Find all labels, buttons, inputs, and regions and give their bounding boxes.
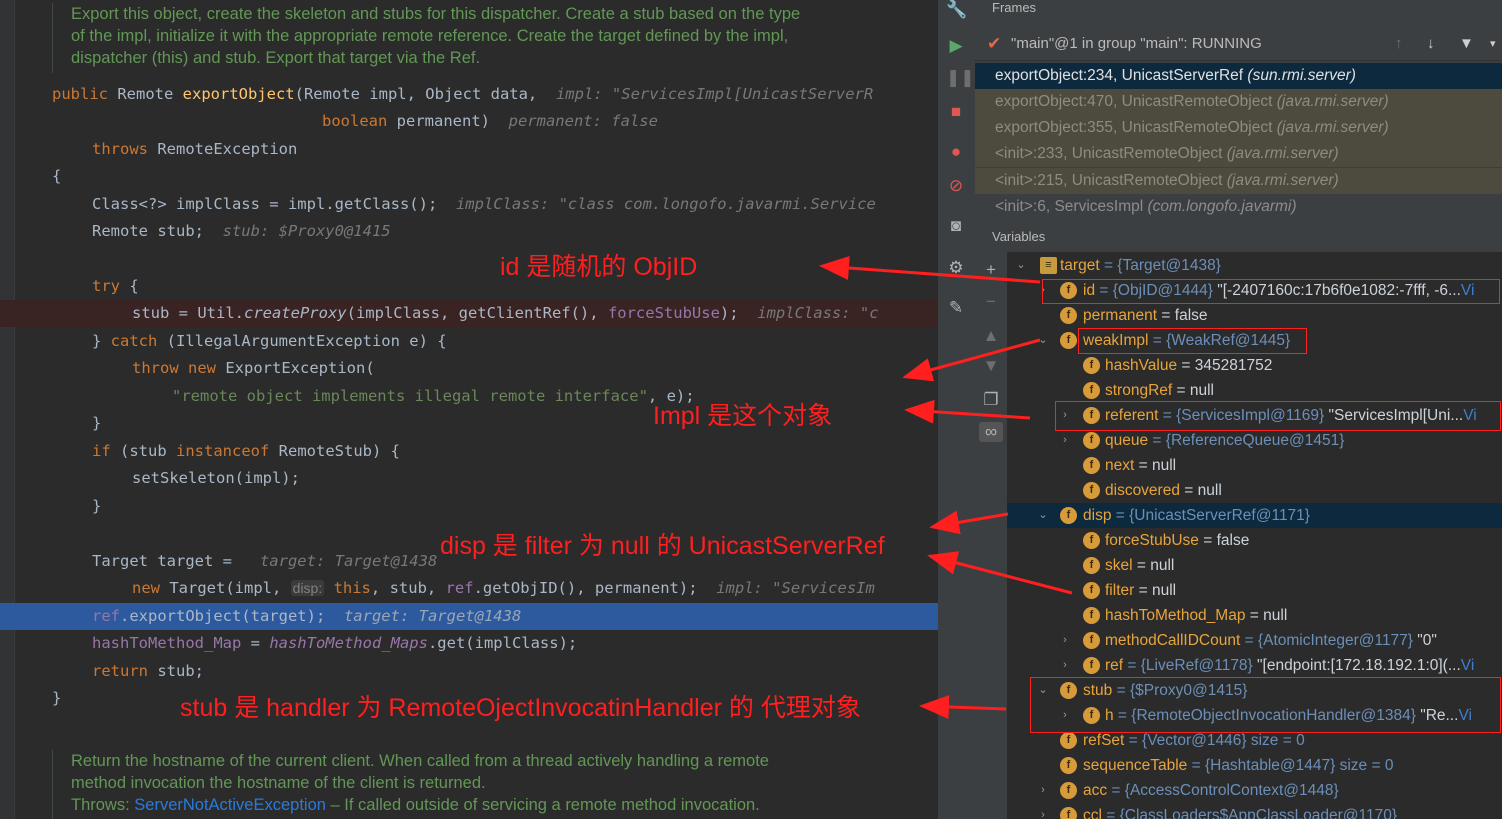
arrow-referent xyxy=(904,399,1031,424)
arrow-disp xyxy=(929,510,1009,535)
annotation-arrows xyxy=(819,256,1073,719)
arrow-id xyxy=(819,256,1041,284)
arrow-stub xyxy=(919,694,1007,719)
arrow-weakimpl xyxy=(902,338,1041,382)
arrow-filter xyxy=(927,551,1073,595)
